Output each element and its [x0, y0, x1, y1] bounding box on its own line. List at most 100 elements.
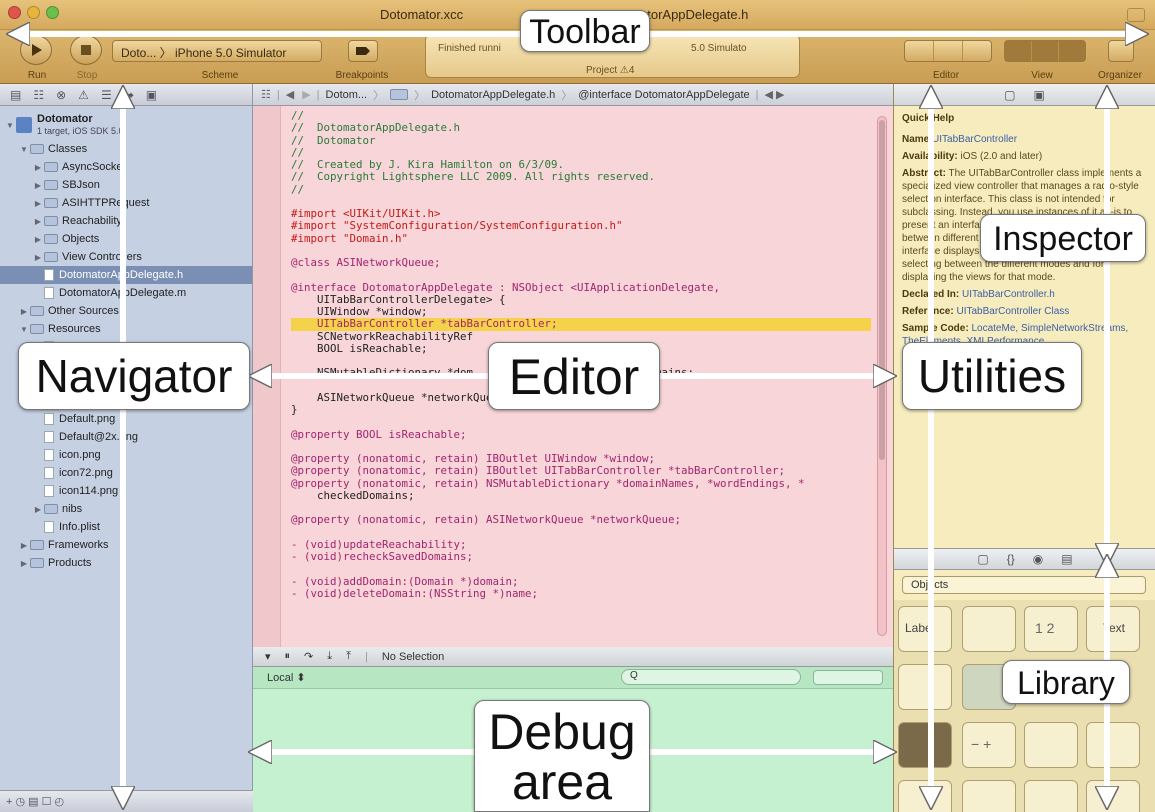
view-control[interactable] [1004, 40, 1086, 62]
disclosure-triangle-icon[interactable]: ▶ [32, 163, 44, 172]
code-line[interactable] [291, 416, 871, 428]
fullscreen-icon[interactable] [1127, 8, 1145, 22]
minimize-icon[interactable] [27, 6, 40, 19]
code-line[interactable]: UITabBarController *tabBarController; [291, 317, 871, 331]
text-view-object[interactable] [962, 780, 1016, 812]
scroll-thumb[interactable] [879, 120, 885, 460]
navigator-toggle-icon[interactable] [1005, 41, 1032, 61]
code-line[interactable]: // [291, 183, 871, 196]
table-cell-object[interactable] [1086, 722, 1140, 768]
scheme-selector[interactable]: Doto... 〉 iPhone 5.0 Simulator [112, 40, 322, 62]
folder-row[interactable]: ▼ Classes [0, 140, 252, 158]
code-line[interactable]: @property (nonatomic, retain) ASINetwork… [291, 513, 871, 526]
folder-row[interactable]: ▶ Frameworks [0, 536, 252, 554]
code-line[interactable] [291, 269, 871, 281]
code-line[interactable]: // Dotomator [291, 134, 871, 147]
pause-icon[interactable]: ⏸ [285, 650, 291, 663]
code-line[interactable]: - (void)deleteDomain:(NSString *)name; [291, 587, 871, 600]
close-icon[interactable] [8, 6, 21, 19]
file-row[interactable]: Info.plist [0, 518, 252, 536]
forward-button[interactable]: ▶ [302, 88, 310, 101]
jump-file[interactable]: DotomatorAppDelegate.h [431, 89, 555, 101]
hide-debug-icon[interactable]: ▾ [265, 650, 271, 663]
standard-editor-icon[interactable] [905, 41, 934, 61]
declared-value[interactable]: UITabBarController.h [962, 289, 1055, 300]
file-row[interactable]: DotomatorAppDelegate.h [0, 266, 252, 284]
disclosure-triangle-icon[interactable]: ▶ [32, 253, 44, 262]
media-library-icon[interactable]: ▤ [1061, 552, 1072, 566]
editor-scrollbar[interactable] [877, 116, 887, 636]
editor-mode-control[interactable] [904, 40, 992, 62]
stop-button[interactable] [70, 35, 102, 65]
disclosure-triangle-icon[interactable]: ▶ [32, 199, 44, 208]
disclosure-triangle-icon[interactable]: ▶ [18, 541, 30, 550]
navigator-footer[interactable]: + ◷ ▤ ☐ ◴ [0, 790, 253, 812]
breakpoint-navigator-icon[interactable]: ➡ [124, 88, 134, 102]
file-row[interactable]: icon114.png [0, 482, 252, 500]
breakpoints-button[interactable] [348, 40, 378, 62]
reference-value[interactable]: UITabBarController Class [956, 306, 1069, 317]
file-row[interactable]: DotomatorAppDelegate.m [0, 284, 252, 302]
assistant-editor-icon[interactable] [934, 41, 963, 61]
folder-icon[interactable] [390, 89, 409, 100]
object-library-icon[interactable]: ◉ [1033, 552, 1043, 566]
folder-row[interactable]: ▶ SBJson [0, 176, 252, 194]
code-line[interactable]: // Copyright Lightsphere LLC 2009. All r… [291, 170, 871, 183]
file-row[interactable]: icon.png [0, 446, 252, 464]
folder-row[interactable]: ▶ ASIHTTPRequest [0, 194, 252, 212]
folder-row[interactable]: ▼ Resources [0, 320, 252, 338]
code-line[interactable]: // DotomatorAppDelegate.h [291, 121, 871, 134]
folder-row[interactable]: ▶ nibs [0, 500, 252, 518]
issue-navigator-icon[interactable]: ⚠ [78, 88, 89, 102]
quick-help-icon[interactable]: ▣ [1034, 88, 1045, 102]
debug-navigator-icon[interactable]: ☰ [101, 88, 112, 102]
round-button-object[interactable] [962, 606, 1016, 652]
run-button[interactable] [20, 35, 52, 65]
disclosure-triangle-icon[interactable]: ▶ [32, 217, 44, 226]
disclosure-triangle-icon[interactable]: ▶ [18, 559, 30, 568]
disclosure-triangle-icon[interactable]: ▶ [18, 307, 30, 316]
disclosure-triangle-icon[interactable]: ▶ [32, 505, 44, 514]
web-view-object[interactable] [1024, 780, 1078, 812]
map-view-object[interactable] [1086, 780, 1140, 812]
organizer-button[interactable] [1108, 40, 1134, 62]
stepper-object[interactable]: − + [962, 722, 1016, 768]
project-navigator-icon[interactable]: ▤ [10, 88, 21, 102]
code-line[interactable]: - (void)addDomain:(Domain *)domain; [291, 575, 871, 588]
debug-search-input[interactable]: Q [621, 669, 801, 685]
disclosure-triangle-icon[interactable]: ▶ [32, 235, 44, 244]
code-line[interactable]: @property BOOL isReachable; [291, 428, 871, 441]
debug-toggle-icon[interactable] [1032, 41, 1059, 61]
name-value[interactable]: UITabBarController [932, 134, 1017, 145]
code-line[interactable] [291, 527, 871, 539]
code-line[interactable]: @interface DotomatorAppDelegate : NSObje… [291, 281, 871, 294]
code-snippet-icon[interactable]: {} [1007, 552, 1015, 566]
code-line[interactable]: checkedDomains; [291, 489, 871, 502]
step-in-icon[interactable]: ⤓ [327, 650, 332, 663]
label-object[interactable]: Label [898, 606, 952, 652]
zoom-icon[interactable] [46, 6, 59, 19]
code-line[interactable]: @property (nonatomic, retain) IBOutlet U… [291, 464, 871, 477]
file-template-icon[interactable]: ▢ [977, 552, 988, 566]
jump-project[interactable]: Dotom... [326, 89, 368, 101]
file-inspector-icon[interactable]: ▢ [1004, 88, 1015, 102]
log-navigator-icon[interactable]: ▣ [146, 88, 157, 102]
folder-row[interactable]: ▶ Objects [0, 230, 252, 248]
code-line[interactable]: @property (nonatomic, retain) NSMutableD… [291, 477, 871, 490]
code-line[interactable]: @class ASINetworkQueue; [291, 256, 871, 269]
text-field-object[interactable]: Text [1086, 606, 1140, 652]
disclosure-triangle-icon[interactable]: ▼ [4, 121, 16, 130]
code-line[interactable] [291, 563, 871, 575]
file-row[interactable]: icon72.png [0, 464, 252, 482]
console-view-control[interactable] [813, 670, 883, 685]
search-navigator-icon[interactable]: ⊗ [56, 88, 66, 102]
code-line[interactable]: #import "Domain.h" [291, 232, 871, 245]
code-line[interactable]: SCNetworkReachabilityRef [291, 330, 871, 343]
step-out-icon[interactable]: ⤒ [346, 650, 351, 663]
code-line[interactable]: #import "SystemConfiguration/SystemConfi… [291, 219, 871, 232]
editor-gutter[interactable] [253, 106, 281, 647]
folder-row[interactable]: ▶ Reachability [0, 212, 252, 230]
disclosure-triangle-icon[interactable]: ▶ [32, 181, 44, 190]
jump-nav-arrows[interactable]: ◀ ▶ [764, 88, 784, 101]
file-row[interactable]: Default@2x.png [0, 428, 252, 446]
